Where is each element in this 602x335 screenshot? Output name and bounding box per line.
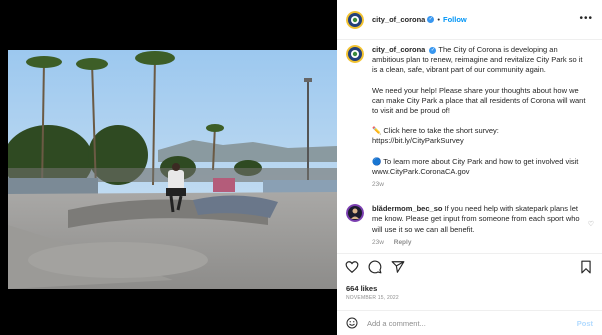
verified-badge-icon: ✓ bbox=[429, 46, 437, 54]
reply-button[interactable]: Reply bbox=[394, 239, 412, 246]
skatepark-photo[interactable] bbox=[8, 50, 337, 289]
more-options-icon[interactable]: ••• bbox=[579, 13, 593, 24]
comment-paragraph: blădermom_bec_so If you need help with s… bbox=[372, 204, 590, 235]
verified-badge-icon: ✓ bbox=[427, 16, 435, 23]
share-icon[interactable] bbox=[391, 260, 405, 274]
comment-icon[interactable] bbox=[368, 260, 382, 274]
header-username[interactable]: city_of_corona bbox=[372, 15, 425, 24]
commenter-avatar[interactable] bbox=[346, 204, 364, 223]
post-button[interactable]: Post bbox=[577, 319, 593, 328]
follow-button[interactable]: Follow bbox=[443, 15, 467, 24]
comments-section: city_of_corona ✓ The City of Corona is d… bbox=[337, 41, 602, 253]
avatar[interactable] bbox=[346, 10, 364, 29]
caption-paragraph: city_of_corona ✓ The City of Corona is d… bbox=[372, 45, 590, 76]
user-avatar-icon bbox=[346, 204, 364, 223]
bookmark-icon[interactable] bbox=[579, 260, 593, 274]
post-media bbox=[0, 0, 337, 335]
likes-count[interactable]: 664 likes bbox=[346, 284, 377, 293]
caption-paragraph: ✏️ Click here to take the short survey: … bbox=[372, 126, 499, 146]
caption-meta: 23w bbox=[372, 180, 590, 190]
add-comment-bar: Post bbox=[337, 310, 602, 335]
caption: city_of_corona ✓ The City of Corona is d… bbox=[346, 45, 590, 190]
comment-like-icon[interactable]: ♡ bbox=[588, 220, 594, 228]
city-seal-icon bbox=[346, 10, 364, 29]
caption-paragraph: 🔵 To learn more about City Park and how … bbox=[372, 156, 579, 176]
comment-username[interactable]: blădermom_bec_so bbox=[372, 204, 442, 213]
comment: blădermom_bec_so If you need help with s… bbox=[346, 204, 594, 248]
separator-dot: • bbox=[437, 15, 440, 24]
like-icon[interactable] bbox=[345, 260, 359, 274]
caption-paragraph: We need your help! Please share your tho… bbox=[372, 85, 586, 116]
comment-time[interactable]: 23w bbox=[372, 239, 384, 246]
emoji-icon[interactable] bbox=[346, 317, 358, 331]
caption-body: city_of_corona ✓ The City of Corona is d… bbox=[372, 45, 590, 190]
add-comment-input[interactable] bbox=[367, 319, 567, 328]
caption-time[interactable]: 23w bbox=[372, 181, 384, 188]
caption-avatar[interactable] bbox=[346, 45, 364, 63]
city-seal-icon bbox=[346, 45, 364, 63]
post-header: city_of_corona ✓ • Follow ••• bbox=[337, 0, 602, 40]
action-buttons bbox=[345, 260, 405, 274]
post-date[interactable]: NOVEMBER 15, 2022 bbox=[346, 295, 399, 301]
actions-section: 664 likes NOVEMBER 15, 2022 Post bbox=[337, 253, 602, 335]
comment-body: blădermom_bec_so If you need help with s… bbox=[372, 204, 590, 248]
comment-meta: 23w Reply bbox=[372, 238, 590, 248]
post-panel: city_of_corona ✓ • Follow ••• city_of_co… bbox=[337, 0, 602, 335]
caption-username[interactable]: city_of_corona bbox=[372, 45, 425, 54]
